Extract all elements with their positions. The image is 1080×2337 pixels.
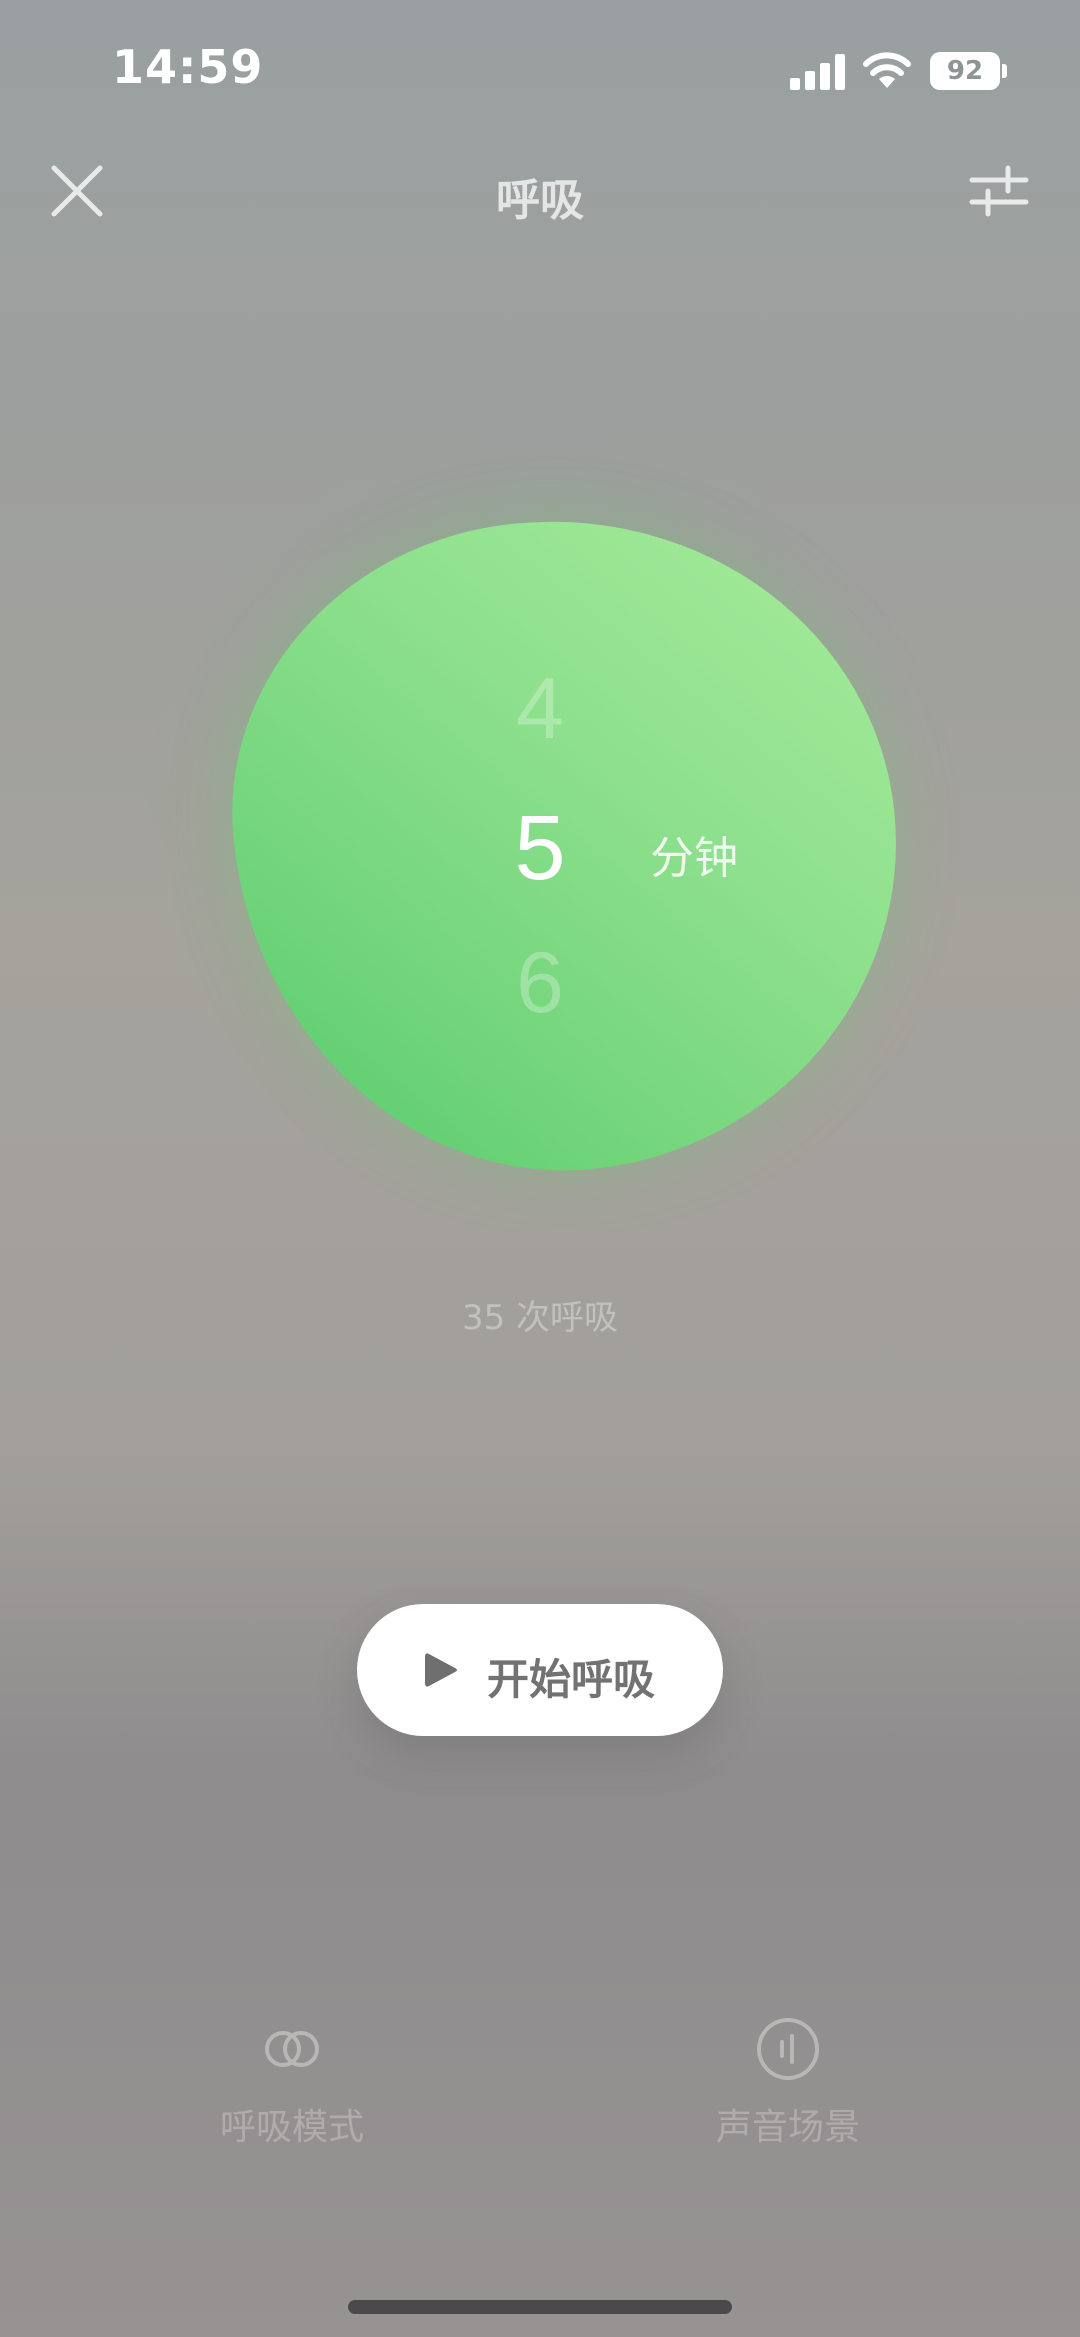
battery-level: 92 [946, 56, 984, 86]
status-bar: 14:59 92 [0, 0, 1080, 140]
tab-breathing-mode[interactable]: 呼吸模式 [172, 2016, 412, 2166]
start-breathing-button[interactable]: 开始呼吸 [357, 1604, 723, 1736]
breath-count: 35 次呼吸 [461, 1298, 619, 1338]
duration-unit: 分钟 [650, 833, 738, 884]
tab-sound-scene-label: 声音场景 [715, 2107, 860, 2148]
play-icon [425, 1653, 457, 1687]
tab-breathing-mode-label: 呼吸模式 [219, 2107, 364, 2148]
page-title: 呼吸 [496, 175, 584, 226]
battery-tip [1002, 64, 1007, 78]
home-indicator[interactable] [348, 2300, 732, 2314]
sliders-icon[interactable] [968, 160, 1030, 222]
status-time: 14:59 [112, 40, 264, 94]
tab-sound-scene[interactable]: 声音场景 [668, 2016, 908, 2166]
cellular-signal-icon [790, 54, 845, 90]
duration-option-selected[interactable]: 5 [480, 796, 600, 901]
start-breathing-label: 开始呼吸 [487, 1655, 656, 1704]
duration-option-next[interactable]: 6 [480, 934, 600, 1033]
battery-icon: 92 [930, 52, 1007, 90]
linked-rings-icon [265, 2031, 319, 2067]
duration-option-prev[interactable]: 4 [480, 660, 600, 759]
wifi-icon [863, 52, 911, 88]
sound-scene-icon [757, 2018, 819, 2080]
nav-bar: 呼吸 [0, 140, 1080, 240]
